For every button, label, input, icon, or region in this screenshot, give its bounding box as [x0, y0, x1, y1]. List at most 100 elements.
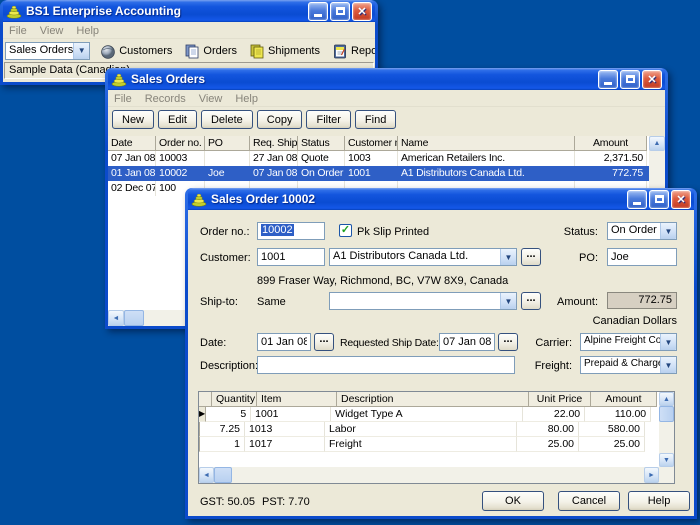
menu-view[interactable]: View [40, 25, 64, 37]
item-row[interactable]: ▶ 5 1001 Widget Type A 22.00 110.00 [199, 407, 659, 422]
find-button[interactable]: Find [355, 110, 396, 129]
col-po[interactable]: PO [205, 136, 250, 151]
chevron-down-icon[interactable]: ▼ [500, 293, 516, 309]
minimize-button[interactable] [598, 70, 618, 89]
desktop: BS1 Enterprise Accounting ✕ File View He… [0, 0, 700, 525]
cell-order-no: 10003 [156, 151, 205, 166]
customers-button[interactable]: Customers [98, 42, 174, 60]
item-row[interactable]: 1 1017 Freight 25.00 25.00 [199, 437, 659, 452]
chevron-down-icon[interactable]: ▼ [660, 334, 676, 350]
close-button[interactable]: ✕ [642, 70, 662, 89]
order-no-input[interactable]: 10002 [257, 222, 325, 240]
vertical-scrollbar[interactable]: ▲ ▼ [659, 392, 674, 467]
scrollbar-thumb[interactable] [214, 467, 232, 483]
copy-button[interactable]: Copy [257, 110, 303, 129]
scrollbar-thumb[interactable] [124, 310, 144, 326]
description-input[interactable] [257, 356, 515, 374]
col-date[interactable]: Date [108, 136, 156, 151]
ship-to-select[interactable]: ▼ [329, 292, 517, 310]
cell-description: Widget Type A [331, 407, 523, 422]
edit-button[interactable]: Edit [158, 110, 197, 129]
main-titlebar[interactable]: BS1 Enterprise Accounting ✕ [3, 0, 375, 22]
close-button[interactable]: ✕ [671, 190, 691, 209]
menu-file[interactable]: File [114, 93, 132, 105]
chevron-down-icon[interactable]: ▼ [500, 249, 516, 265]
filter-button[interactable]: Filter [306, 110, 350, 129]
col-order-no[interactable]: Order no. [156, 136, 205, 151]
maximize-button[interactable] [620, 70, 640, 89]
dialog-titlebar[interactable]: Sales Order 10002 ✕ [188, 188, 694, 210]
menu-records[interactable]: Records [145, 93, 186, 105]
menu-help[interactable]: Help [235, 93, 258, 105]
col-amount[interactable]: Amount [591, 392, 657, 407]
reports-button[interactable]: Reports [330, 42, 375, 60]
date-picker-button[interactable]: ... [314, 333, 334, 351]
orders-titlebar[interactable]: Sales Orders ✕ [108, 68, 665, 90]
help-button[interactable]: Help [628, 491, 690, 511]
maximize-button[interactable] [330, 2, 350, 21]
minimize-button[interactable] [308, 2, 328, 21]
customer-address: 899 Fraser Way, Richmond, BC, V7W 8X9, C… [257, 275, 508, 289]
col-customer-no[interactable]: Customer no. [345, 136, 398, 151]
cancel-button[interactable]: Cancel [558, 491, 620, 511]
col-quantity[interactable]: Quantity [212, 392, 257, 407]
module-select[interactable]: Sales Orders ▼ [5, 42, 90, 60]
orders-button[interactable]: Orders [182, 42, 239, 60]
chevron-down-icon[interactable]: ▼ [73, 43, 89, 59]
app-logo-icon [6, 3, 22, 19]
customer-name-select[interactable]: A1 Distributors Canada Ltd. ▼ [329, 248, 517, 266]
ship-to-select-value [330, 293, 500, 309]
scroll-right-icon[interactable]: ► [644, 467, 659, 483]
minimize-button[interactable] [627, 190, 647, 209]
ok-button[interactable]: OK [482, 491, 544, 511]
menu-file[interactable]: File [9, 25, 27, 37]
col-req-ship[interactable]: Req. Ship [250, 136, 298, 151]
menu-help[interactable]: Help [76, 25, 99, 37]
cell-quantity: 5 [206, 407, 251, 422]
col-status[interactable]: Status [298, 136, 345, 151]
scroll-up-icon[interactable]: ▲ [649, 136, 665, 151]
customer-no-input[interactable] [257, 248, 325, 266]
customers-icon [100, 43, 116, 59]
horizontal-scrollbar[interactable]: ◄ ► [199, 467, 659, 483]
item-row[interactable]: 7.25 1013 Labor 80.00 580.00 [199, 422, 659, 437]
orders-icon [184, 43, 200, 59]
chevron-down-icon[interactable]: ▼ [660, 223, 676, 239]
scroll-left-icon[interactable]: ◄ [108, 310, 124, 326]
po-input[interactable] [607, 248, 677, 266]
gst-total: GST: 50.05 [200, 496, 255, 510]
scroll-left-icon[interactable]: ◄ [199, 467, 214, 483]
freight-select[interactable]: Prepaid & Charge ▼ [580, 356, 677, 374]
menu-view[interactable]: View [199, 93, 223, 105]
close-button[interactable]: ✕ [352, 2, 372, 21]
maximize-button[interactable] [649, 190, 669, 209]
cell-amount: 772.75 [575, 166, 647, 181]
scrollbar-thumb[interactable] [659, 406, 674, 422]
pk-slip-checkbox[interactable]: ✓ [339, 224, 352, 237]
col-item[interactable]: Item [257, 392, 337, 407]
currency-note: Canadian Dollars [577, 315, 677, 329]
row-pointer-icon: ▶ [199, 407, 206, 422]
col-name[interactable]: Name [398, 136, 575, 151]
cell-customer-no: 1001 [345, 166, 398, 181]
module-select-value: Sales Orders [6, 43, 73, 59]
req-ship-input[interactable] [439, 333, 495, 351]
table-row-selected[interactable]: 01 Jan 08 10002 Joe 07 Jan 08 On Order 1… [108, 166, 665, 181]
carrier-select[interactable]: Alpine Freight Co. ▼ [580, 333, 677, 351]
scroll-down-icon[interactable]: ▼ [659, 453, 674, 467]
po-label: PO: [523, 252, 598, 266]
status-select[interactable]: On Order ▼ [607, 222, 677, 240]
scroll-up-icon[interactable]: ▲ [659, 392, 674, 406]
col-description[interactable]: Description [337, 392, 529, 407]
cell-order-no: 10002 [156, 166, 205, 181]
ship-to-value: Same [257, 296, 286, 310]
shipments-button[interactable]: Shipments [247, 42, 322, 60]
col-unit-price[interactable]: Unit Price [529, 392, 591, 407]
col-amount[interactable]: Amount [575, 136, 647, 151]
delete-button[interactable]: Delete [201, 110, 253, 129]
new-button[interactable]: New [112, 110, 154, 129]
chevron-down-icon[interactable]: ▼ [660, 357, 676, 373]
date-input[interactable] [257, 333, 311, 351]
table-row[interactable]: 07 Jan 08 10003 27 Jan 08 Quote 1003 Ame… [108, 151, 665, 166]
cell-item: 1013 [245, 422, 325, 437]
